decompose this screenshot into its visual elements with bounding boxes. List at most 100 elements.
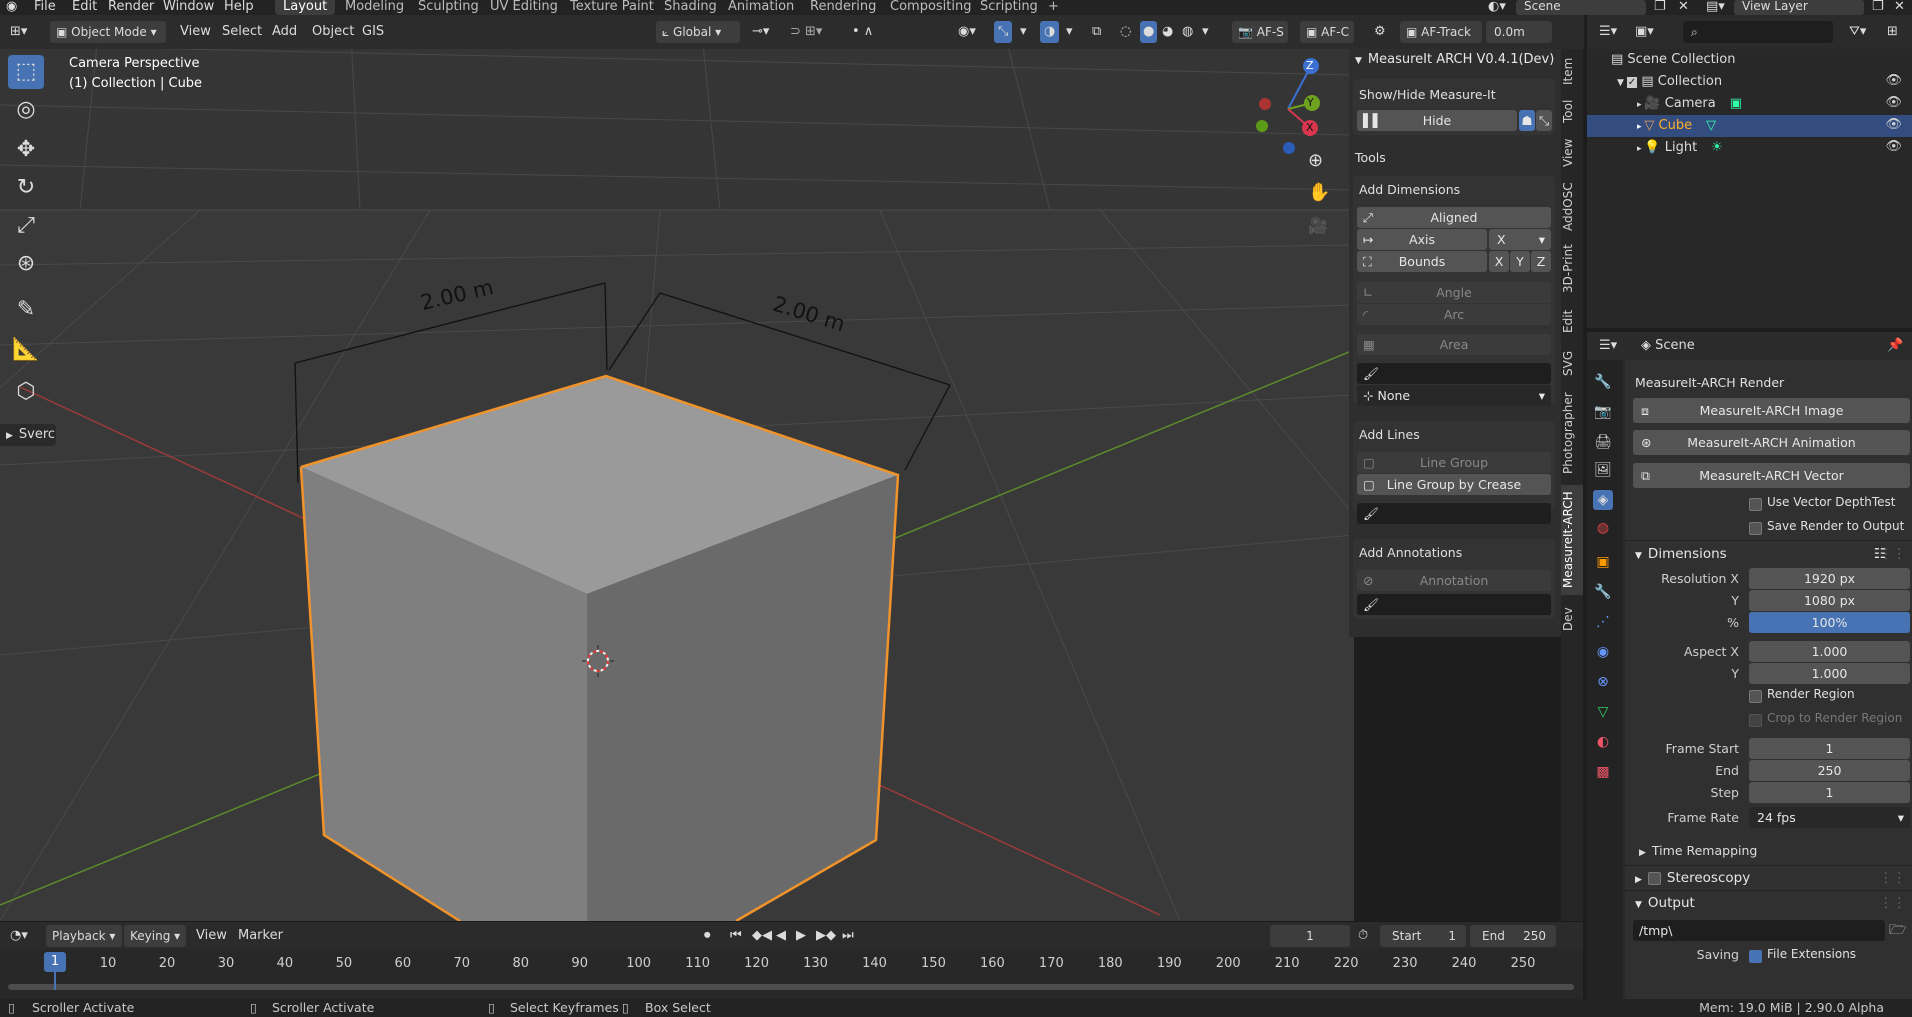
- outliner-item-collection[interactable]: ▼ ✓ ▤ Collection: [1617, 71, 1722, 93]
- outliner-scene-collection[interactable]: ▤ Scene Collection: [1611, 49, 1736, 71]
- area-button[interactable]: ▦ Area: [1357, 334, 1551, 355]
- timeline-scrollbar[interactable]: [8, 984, 1574, 990]
- measureit-panel-header[interactable]: ▼ MeasureIt ARCH V0.4.1(Dev): [1355, 49, 1555, 71]
- bounds-button[interactable]: ⛶ Bounds: [1357, 251, 1487, 272]
- frame-start-field[interactable]: 1: [1749, 738, 1910, 759]
- constraints-props-icon[interactable]: ⊗: [1593, 672, 1613, 692]
- scale-tool-icon[interactable]: ⤢: [8, 209, 44, 243]
- tab-texture-paint[interactable]: Texture Paint: [562, 0, 662, 15]
- output-props-icon[interactable]: 🖨: [1593, 432, 1613, 452]
- record-icon[interactable]: ⏺: [704, 925, 711, 947]
- aspect-x-field[interactable]: 1.000: [1749, 641, 1910, 662]
- frame-rate-dropdown[interactable]: 24 fps ▾: [1749, 807, 1910, 828]
- resolution-percent-slider[interactable]: 100%: [1749, 612, 1910, 633]
- light-data-icon[interactable]: ☀: [1711, 140, 1723, 155]
- sverchok-panel-tab[interactable]: ▶ Sverc: [0, 424, 56, 446]
- resolution-y-field[interactable]: 1080 px: [1749, 590, 1910, 611]
- outliner-editor-icon[interactable]: ☰▾: [1599, 21, 1617, 43]
- proportional-edit-icon[interactable]: • ∧: [852, 21, 873, 43]
- menu-render[interactable]: Render: [108, 0, 154, 15]
- viewport-3d[interactable]: Z Y X 2.00 m 2.00 m Camera Perspective (…: [0, 15, 1354, 921]
- xray-icon[interactable]: ⧉: [1092, 21, 1101, 43]
- camera-view-icon[interactable]: 🎥: [1308, 216, 1328, 235]
- af-distance-field[interactable]: 0.0m: [1486, 21, 1552, 43]
- outliner-item-light[interactable]: ▸ 💡 Light ☀: [1637, 137, 1723, 159]
- view-layer-icon[interactable]: ▤▾: [1706, 0, 1725, 15]
- resolution-x-field[interactable]: 1920 px: [1749, 568, 1910, 589]
- modifier-props-icon[interactable]: 🔧: [1593, 582, 1613, 602]
- blender-logo-icon[interactable]: ◉: [6, 0, 17, 15]
- start-frame-field[interactable]: Start 1: [1380, 925, 1466, 947]
- stereoscopy-panel-header[interactable]: ▶ Stereoscopy ⋮⋮: [1625, 865, 1912, 890]
- filter-icon[interactable]: ⛛▾: [1849, 21, 1866, 43]
- tab-view[interactable]: View: [1561, 133, 1583, 173]
- tab-scripting[interactable]: Scripting: [972, 0, 1046, 15]
- zoom-icon[interactable]: ⊕: [1308, 150, 1323, 171]
- jump-end-icon[interactable]: ⏭: [842, 925, 854, 947]
- tab-rendering[interactable]: Rendering: [802, 0, 884, 15]
- snap-icon[interactable]: ⊃ ⊞▾: [790, 21, 822, 43]
- tool-props-icon[interactable]: 🔧: [1593, 372, 1613, 392]
- add-cube-tool-icon[interactable]: ⬡: [8, 375, 44, 409]
- pivot-icon[interactable]: ⊸▾: [752, 21, 769, 43]
- view-menu[interactable]: View: [180, 21, 211, 43]
- tab-addosc[interactable]: AddOSC: [1561, 179, 1583, 235]
- line-group-crease-button[interactable]: ▢ Line Group by Crease: [1357, 474, 1551, 495]
- scene-close-icon[interactable]: ✕: [1678, 0, 1689, 15]
- camera-data-icon[interactable]: ▣: [1730, 96, 1742, 111]
- none-select[interactable]: ⊹ None ▾: [1357, 385, 1551, 406]
- tab-edit[interactable]: Edit: [1561, 303, 1583, 339]
- physics-props-icon[interactable]: ◉: [1593, 642, 1613, 662]
- tab-compositing[interactable]: Compositing: [882, 0, 980, 15]
- tab-animation[interactable]: Animation: [720, 0, 802, 15]
- playback-menu[interactable]: Playback ▾: [46, 925, 122, 947]
- file-extensions-checkbox[interactable]: [1749, 950, 1762, 963]
- editor-type-icon[interactable]: ⊞▾: [10, 21, 27, 43]
- shading-rendered-icon[interactable]: ◍: [1182, 21, 1193, 43]
- gizmo-x-label[interactable]: X: [1306, 121, 1314, 134]
- checkbox-checked-icon[interactable]: ✓: [1626, 77, 1638, 88]
- gis-menu[interactable]: GIS: [362, 21, 384, 43]
- tab-layout[interactable]: Layout: [275, 0, 336, 15]
- pan-hand-icon[interactable]: ✋: [1308, 182, 1330, 203]
- gizmo-dropdown-icon[interactable]: ▾: [1020, 21, 1027, 43]
- overlay-toggle-icon[interactable]: ◑: [1040, 21, 1060, 43]
- tab-modeling[interactable]: Modeling: [337, 0, 412, 15]
- tab-sculpting[interactable]: Sculpting: [410, 0, 487, 15]
- view-layer-props-icon[interactable]: 🖼: [1593, 460, 1613, 480]
- drag-handle-icon[interactable]: ⋮⋮: [1879, 866, 1906, 890]
- scene-selector-icon[interactable]: ◐▾: [1488, 0, 1506, 15]
- object-menu[interactable]: Object: [312, 21, 354, 43]
- current-frame-field[interactable]: 1: [1270, 925, 1350, 947]
- annotation-button[interactable]: ⊘ Annotation: [1357, 570, 1551, 591]
- add-workspace-icon[interactable]: +: [1040, 0, 1067, 15]
- angle-button[interactable]: ∟ Angle: [1357, 282, 1551, 303]
- menu-edit[interactable]: Edit: [72, 0, 97, 15]
- play-reverse-icon[interactable]: ◀: [776, 925, 786, 947]
- arc-button[interactable]: ◜ Arc: [1357, 304, 1551, 325]
- tab-uv-editing[interactable]: UV Editing: [482, 0, 566, 15]
- select-tool-icon[interactable]: ⬚: [8, 55, 44, 89]
- bounds-y-toggle[interactable]: Y: [1510, 251, 1530, 272]
- cursor-tool-icon[interactable]: ◎: [8, 93, 44, 127]
- rotate-tool-icon[interactable]: ↻: [8, 171, 44, 205]
- shading-dropdown-icon[interactable]: ▾: [1202, 21, 1209, 43]
- annotate-tool-icon[interactable]: ✎: [8, 293, 44, 327]
- add-menu[interactable]: Add: [272, 21, 297, 43]
- aspect-y-field[interactable]: 1.000: [1749, 663, 1910, 684]
- gizmo-z-label[interactable]: Z: [1306, 59, 1314, 72]
- af-track-button[interactable]: ▣ AF-Track: [1400, 21, 1482, 43]
- stopwatch-icon[interactable]: ⏱: [1358, 925, 1368, 947]
- measureit-animation-button[interactable]: ⊛ MeasureIt-ARCH Animation: [1633, 430, 1910, 455]
- display-mode-icon[interactable]: ▣▾: [1635, 21, 1654, 43]
- render-region-checkbox[interactable]: [1749, 690, 1762, 703]
- playhead-frame-indicator[interactable]: 1: [44, 952, 66, 972]
- output-path-input[interactable]: /tmp\: [1633, 920, 1885, 941]
- new-collection-icon[interactable]: ⊞: [1887, 21, 1898, 43]
- select-menu[interactable]: Select: [222, 21, 262, 43]
- annotation-style-field[interactable]: 🖌: [1357, 594, 1551, 615]
- crop-region-checkbox[interactable]: [1749, 714, 1762, 727]
- tab-item[interactable]: Item: [1561, 53, 1583, 89]
- properties-editor-icon[interactable]: ☰▾: [1599, 335, 1617, 357]
- outliner-search-input[interactable]: ⌕: [1683, 21, 1833, 43]
